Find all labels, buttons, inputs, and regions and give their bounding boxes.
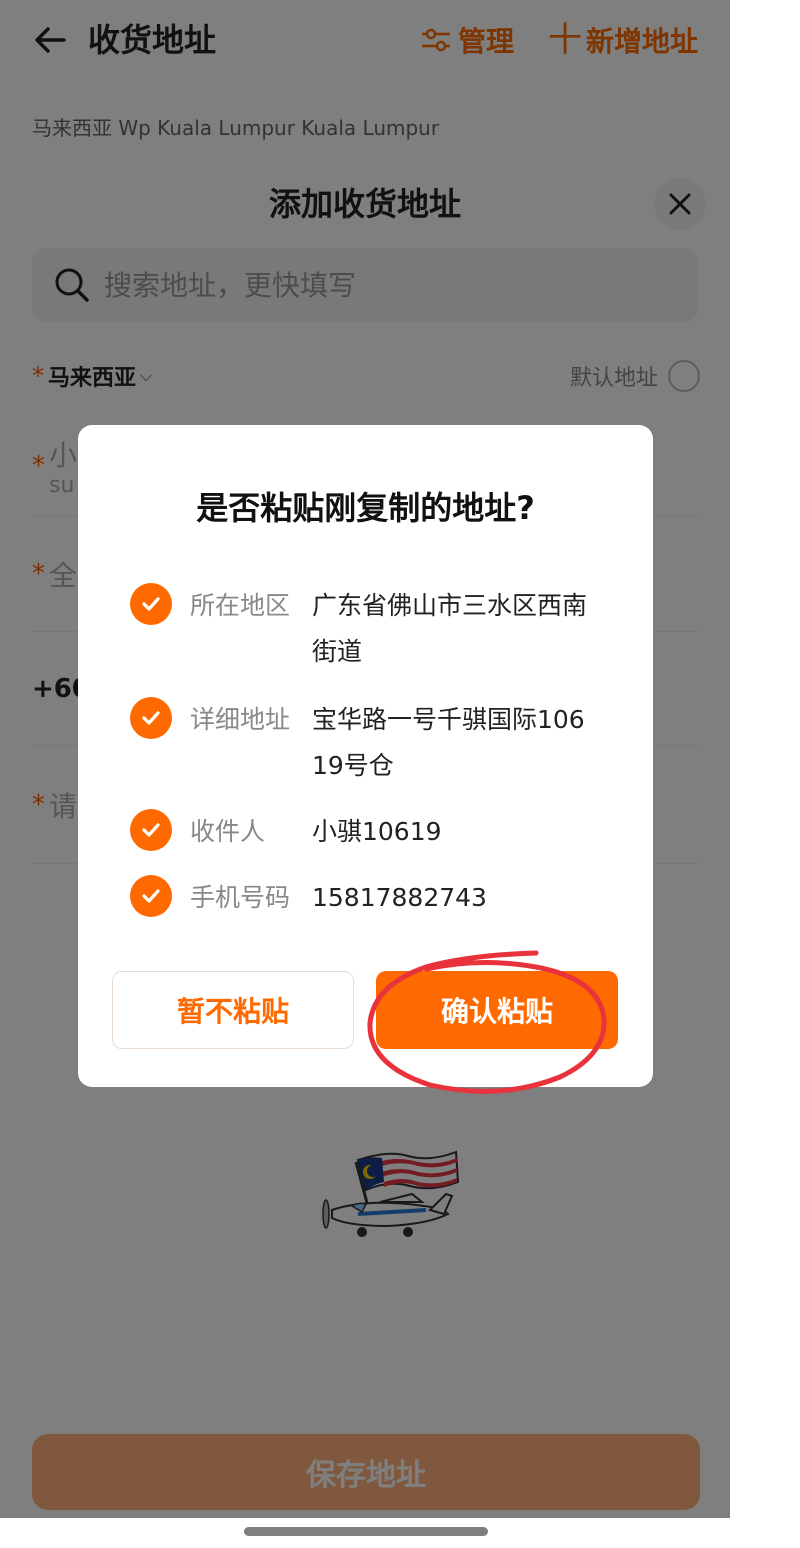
dialog-item-phone[interactable]: 手机号码 15817882743 (130, 875, 630, 921)
item-value: 广东省佛山市三水区西南街道 (312, 591, 588, 666)
item-value: 小骐10619 (312, 817, 442, 846)
item-value: 宝华路一号千骐国际10619号仓 (312, 705, 585, 780)
dialog-item-detail[interactable]: 详细地址 宝华路一号千骐国际10619号仓 (130, 697, 630, 789)
check-icon[interactable] (130, 583, 172, 625)
dialog-item-region[interactable]: 所在地区 广东省佛山市三水区西南街道 (130, 583, 630, 675)
check-icon[interactable] (130, 809, 172, 851)
check-icon[interactable] (130, 697, 172, 739)
item-label: 详细地址 (190, 705, 291, 734)
item-label: 收件人 (190, 817, 266, 846)
confirm-paste-button[interactable]: 确认粘贴 (376, 971, 618, 1049)
home-indicator[interactable] (244, 1527, 488, 1536)
dialog-title: 是否粘贴刚复制的地址? (196, 489, 535, 527)
skip-paste-button[interactable]: 暂不粘贴 (112, 971, 354, 1049)
item-value: 15817882743 (312, 883, 487, 912)
check-icon[interactable] (130, 875, 172, 917)
item-label: 所在地区 (190, 591, 291, 620)
app-screen: 收货地址 管理 十 新增地址 马来西亚 Wp Kuala Lumpur Kual… (0, 0, 730, 1518)
paste-address-dialog: 是否粘贴刚复制的地址? 所在地区 广东省佛山市三水区西南街道 详细地址 宝华路一… (78, 425, 653, 1087)
dialog-item-recipient[interactable]: 收件人 小骐10619 (130, 809, 630, 855)
item-label: 手机号码 (190, 883, 291, 912)
